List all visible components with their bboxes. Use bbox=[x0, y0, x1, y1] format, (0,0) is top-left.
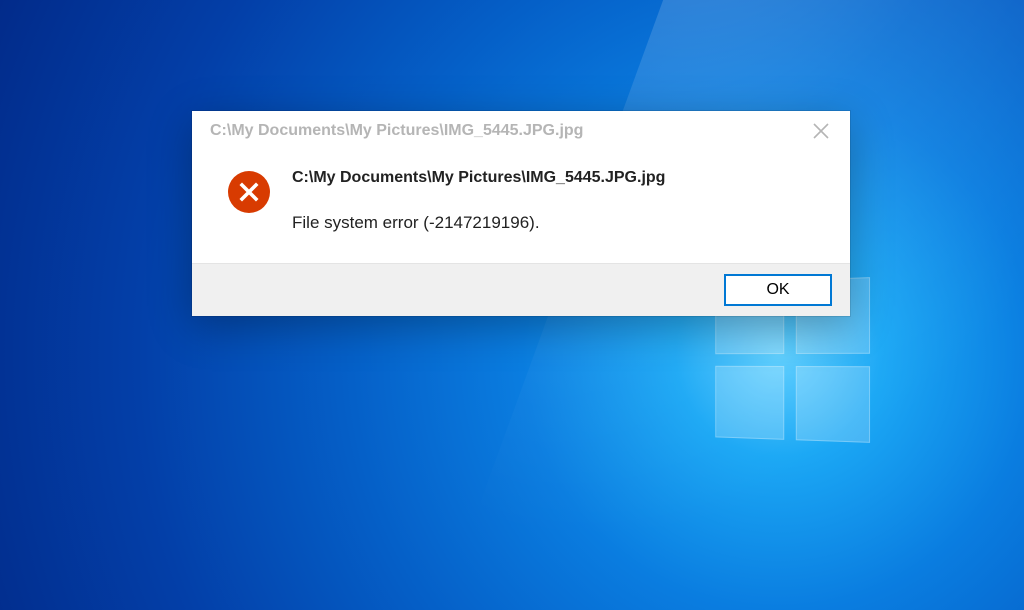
window-title: C:\My Documents\My Pictures\IMG_5445.JPG… bbox=[210, 122, 583, 140]
close-icon bbox=[813, 123, 829, 139]
dialog-footer: OK bbox=[192, 263, 850, 316]
titlebar: C:\My Documents\My Pictures\IMG_5445.JPG… bbox=[192, 111, 850, 151]
message-file-path: C:\My Documents\My Pictures\IMG_5445.JPG… bbox=[292, 169, 822, 187]
message-area: C:\My Documents\My Pictures\IMG_5445.JPG… bbox=[292, 169, 822, 233]
error-icon bbox=[228, 171, 270, 213]
error-dialog: C:\My Documents\My Pictures\IMG_5445.JPG… bbox=[192, 111, 850, 316]
ok-button[interactable]: OK bbox=[724, 274, 832, 306]
message-error-text: File system error (-2147219196). bbox=[292, 213, 822, 233]
dialog-body: C:\My Documents\My Pictures\IMG_5445.JPG… bbox=[192, 151, 850, 263]
close-button[interactable] bbox=[792, 111, 850, 151]
